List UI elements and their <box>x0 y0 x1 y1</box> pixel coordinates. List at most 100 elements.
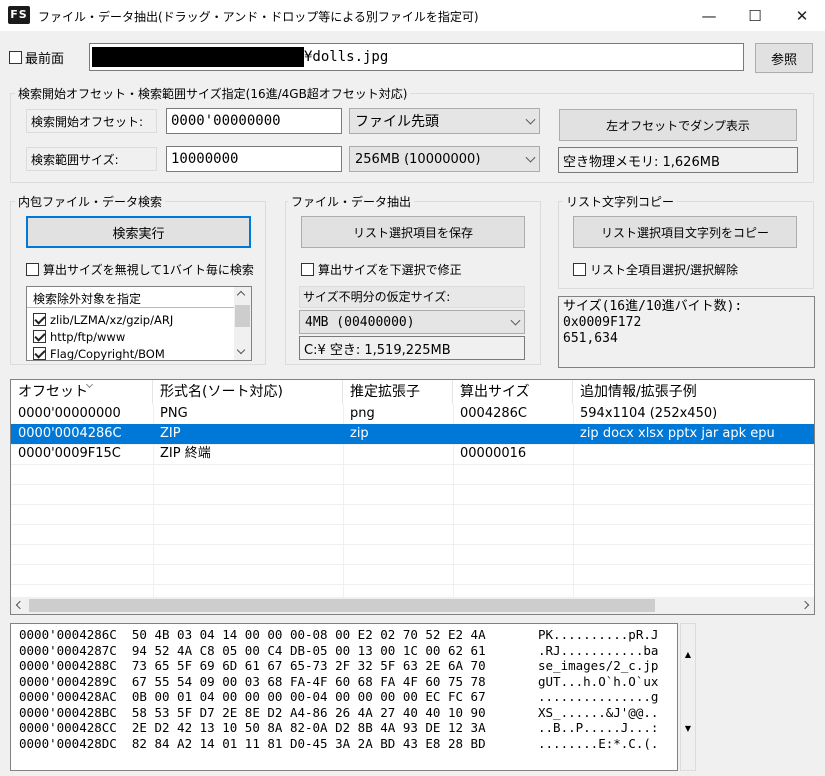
column-header-format[interactable]: 形式名(ソート対応) <box>153 380 343 404</box>
size-info-line: 651,634 <box>563 331 618 346</box>
hex-bytes: 73 65 5F 69 6D 61 67 65-73 2F 32 5F 63 2… <box>131 658 486 673</box>
column-header-size[interactable]: 算出サイズ <box>453 380 573 404</box>
file-path-input[interactable]: ¥dolls.jpg <box>89 43 744 71</box>
range-preset-combo[interactable]: 256MB (10000000) <box>349 146 540 172</box>
scroll-thumb[interactable] <box>235 305 250 327</box>
scroll-down-button[interactable]: ▼ <box>681 724 695 733</box>
hex-line: 0000'0004289C 67 55 54 09 00 03 68 FA-4F… <box>19 674 677 690</box>
start-mode-combo[interactable]: ファイル先頭 <box>349 108 540 134</box>
disk-free-display: C:¥ 空き: 1,519,225MB <box>299 336 525 360</box>
toggle-all-check-box[interactable] <box>573 263 586 276</box>
hex-line: 0000'0004286C 50 4B 03 04 14 00 00 00-08… <box>19 627 677 643</box>
hex-offset: 0000'0004288C <box>19 658 117 673</box>
cell-offset: 0000'0009F15C <box>18 446 121 461</box>
hex-ascii: gUT...h.O`h.O`ux <box>538 673 659 689</box>
free-memory-display: 空き物理メモリ: 1,626MB <box>558 147 798 173</box>
list-copy-title: リスト文字列コピー <box>563 193 678 210</box>
hex-line: 0000'000428AC 0B 00 01 04 00 00 00 00-04… <box>19 689 677 705</box>
grid-line <box>11 484 814 485</box>
hex-line: 0000'000428BC 58 53 5F D7 2E 8E D2 A4-86… <box>19 705 677 721</box>
table-row[interactable]: 0000'0009F15C ZIP 終端 00000016 <box>11 444 814 464</box>
topmost-checkbox[interactable]: 最前面 <box>9 48 64 67</box>
copy-selected-text-button[interactable]: リスト選択項目文字列をコピー <box>573 216 797 248</box>
hex-offset: 0000'0004286C <box>19 627 117 642</box>
grid-line <box>11 464 814 465</box>
cell-offset: 0000'0004286C <box>18 426 122 441</box>
hex-offset: 0000'000428DC <box>19 735 117 751</box>
exclude-item[interactable]: zlib/LZMA/xz/gzip/ARJ <box>33 311 173 328</box>
size-info-line: サイズ(16進/10進バイト数): <box>563 299 743 314</box>
redacted-path <box>92 47 304 67</box>
hex-dump[interactable]: 0000'0004286C 50 4B 03 04 14 00 00 00-08… <box>10 623 678 771</box>
column-header-info[interactable]: 追加情報/拡張子例 <box>573 380 814 404</box>
unknown-size-combo[interactable]: 4MB (00400000) <box>299 310 525 334</box>
hex-bytes: 0B 00 01 04 00 00 00 00-04 00 00 00 00 E… <box>131 689 486 704</box>
hex-offset: 0000'000428CC <box>19 720 117 735</box>
grid-line <box>11 504 814 505</box>
column-header-offset[interactable]: オフセット <box>11 380 153 404</box>
start-offset-input[interactable]: 0000'00000000 <box>166 108 342 134</box>
grid-line <box>11 544 814 545</box>
save-selected-button[interactable]: リスト選択項目を保存 <box>301 216 525 248</box>
fix-size-label: 算出サイズを下選択で修正 <box>318 263 462 277</box>
toggle-all-label: リスト全項目選択/選択解除 <box>590 263 739 277</box>
hex-vscrollbar[interactable]: ▲ ▼ <box>680 623 696 771</box>
fix-size-checkbox[interactable]: 算出サイズを下選択で修正 <box>301 261 462 278</box>
hex-offset: 0000'000428AC <box>19 689 117 704</box>
cell-format: PNG <box>160 406 188 421</box>
extract-title: ファイル・データ抽出 <box>288 193 415 210</box>
scroll-up-button[interactable]: ▲ <box>681 650 695 659</box>
minimize-button[interactable]: — <box>686 0 732 31</box>
cell-ext: zip <box>350 426 369 441</box>
results-list[interactable]: オフセット 形式名(ソート対応) 推定拡張子 算出サイズ 追加情報/拡張子例 0… <box>10 379 815 615</box>
exclude-item-label: Flag/Copyright/BOM <box>50 346 165 361</box>
exclude-item[interactable]: Flag/Copyright/BOM <box>33 345 165 361</box>
cell-offset: 0000'00000000 <box>18 406 121 421</box>
dump-left-offset-button[interactable]: 左オフセットでダンプ表示 <box>559 109 797 141</box>
hex-ascii: ........E:*.C.(. <box>538 735 659 751</box>
exclude-check-box[interactable] <box>33 313 46 326</box>
title-bar: FS ファイル・データ抽出(ドラッグ・アンド・ドロップ等による別ファイルを指定可… <box>0 0 825 31</box>
scroll-thumb[interactable] <box>29 599 655 612</box>
range-size-input[interactable]: 10000000 <box>166 146 342 172</box>
chevron-right-icon[interactable] <box>800 600 810 610</box>
exclude-scrollbar[interactable] <box>234 287 251 360</box>
close-button[interactable]: ✕ <box>779 0 825 31</box>
fix-size-check-box[interactable] <box>301 263 314 276</box>
exclude-check-box[interactable] <box>33 347 46 360</box>
hex-bytes: 67 55 54 09 00 03 68 FA-4F 60 68 FA 4F 6… <box>131 673 486 689</box>
topmost-label: 最前面 <box>25 52 65 67</box>
ignore-size-checkbox[interactable]: 算出サイズを無視して1バイト毎に検索 <box>26 261 254 278</box>
ignore-size-check-box[interactable] <box>26 263 39 276</box>
table-row[interactable]: 0000'00000000 PNG png 0004286C 594x1104 … <box>11 404 814 424</box>
cell-info <box>573 444 814 464</box>
hex-bytes: 2E D2 42 13 10 50 8A 82-0A D2 8B 4A 93 D… <box>131 720 486 735</box>
exclude-item-label: zlib/LZMA/xz/gzip/ARJ <box>50 312 174 327</box>
chevron-up-icon[interactable] <box>236 290 246 300</box>
browse-button[interactable]: 参照 <box>755 43 813 73</box>
search-range-title: 検索開始オフセット・検索範囲サイズ指定(16進/4GB超オフセット対応) <box>15 85 411 102</box>
exclude-divider <box>27 307 235 308</box>
hex-bytes: 58 53 5F D7 2E 8E D2 A4-86 26 4A 27 40 4… <box>131 704 486 720</box>
exclude-item[interactable]: http/ftp/www <box>33 328 125 345</box>
results-hscrollbar[interactable] <box>11 597 814 614</box>
chevron-left-icon[interactable] <box>15 600 25 610</box>
cell-info: 594x1104 (252x450) <box>580 406 718 421</box>
hex-ascii: ...............g <box>538 689 659 704</box>
ignore-size-label: 算出サイズを無視して1バイト毎に検索 <box>43 263 254 277</box>
start-mode-value: ファイル先頭 <box>355 114 439 130</box>
hex-line: 0000'0004288C 73 65 5F 69 6D 61 67 65-73… <box>19 658 677 674</box>
hex-line: 0000'0004287C 94 52 4A C8 05 00 C4 DB-05… <box>19 643 677 659</box>
topmost-check-box[interactable] <box>9 51 22 64</box>
search-run-button[interactable]: 検索実行 <box>26 216 251 248</box>
range-size-label: 検索範囲サイズ: <box>26 147 157 171</box>
exclude-check-box[interactable] <box>33 330 46 343</box>
column-header-ext[interactable]: 推定拡張子 <box>343 380 453 404</box>
maximize-button[interactable]: ☐ <box>732 0 778 31</box>
exclude-list[interactable]: 検索除外対象を指定 zlib/LZMA/xz/gzip/ARJ http/ftp… <box>26 286 252 361</box>
cell-format: ZIP 終端 <box>160 446 211 461</box>
toggle-all-checkbox[interactable]: リスト全項目選択/選択解除 <box>573 261 738 278</box>
chevron-down-icon[interactable] <box>236 345 246 355</box>
chevron-down-icon <box>525 114 536 125</box>
table-row-selected[interactable]: 0000'0004286C ZIP zip zip docx xlsx pptx… <box>11 424 814 444</box>
